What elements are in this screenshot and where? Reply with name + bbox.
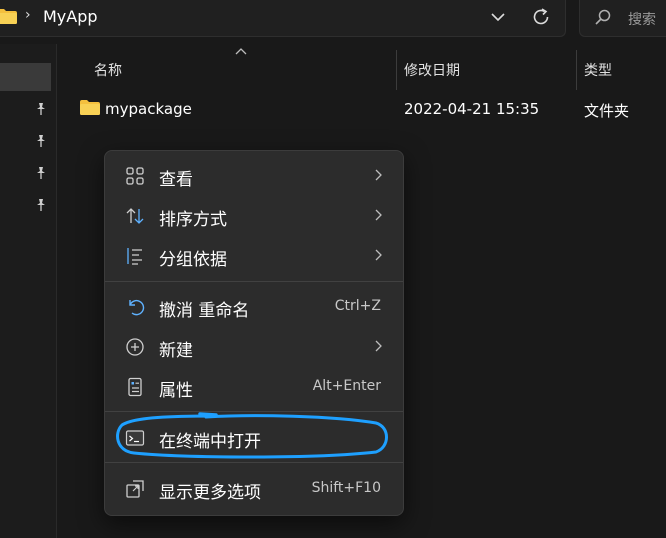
menu-item-label: 在终端中打开 <box>159 432 261 452</box>
file-row[interactable]: mypackage 2022-04-21 15:35 文件夹 <box>76 94 666 126</box>
grid-icon <box>126 167 144 185</box>
folder-icon <box>80 100 100 115</box>
pin-icon[interactable] <box>34 102 48 116</box>
menu-item-undo-rename[interactable]: 撤消 重命名 Ctrl+Z <box>111 289 397 325</box>
sort-icon <box>126 208 144 224</box>
menu-item-sort-by[interactable]: 排序方式 <box>111 198 397 234</box>
file-modified-date: 2022-04-21 15:35 <box>404 100 540 118</box>
folder-icon <box>0 9 17 24</box>
terminal-icon <box>125 430 145 446</box>
menu-item-label: 分组依据 <box>159 250 227 270</box>
column-header-name[interactable]: 名称 <box>94 60 122 80</box>
navigation-pane[interactable] <box>0 44 57 538</box>
chevron-right-icon <box>375 169 382 181</box>
undo-icon <box>129 299 145 316</box>
refresh-button[interactable] <box>529 5 553 29</box>
new-icon <box>126 338 144 356</box>
menu-item-properties[interactable]: 属性 Alt+Enter <box>111 369 397 405</box>
context-menu[interactable]: 查看 排序方式 分组依据 撤消 重命名 Ctrl+Z 新建 属性 Alt+Ent… <box>104 150 404 516</box>
menu-item-label: 查看 <box>159 170 193 190</box>
address-bar[interactable]: › MyApp <box>0 0 566 37</box>
pin-icon[interactable] <box>34 134 48 148</box>
menu-item-label: 新建 <box>159 341 193 361</box>
chevron-right-icon <box>375 249 382 261</box>
column-header-type[interactable]: 类型 <box>584 60 612 80</box>
search-placeholder: 搜索 <box>628 12 656 28</box>
column-header-modified[interactable]: 修改日期 <box>404 60 460 80</box>
pin-icon[interactable] <box>34 166 48 180</box>
pin-icon[interactable] <box>34 198 48 212</box>
sort-ascending-icon <box>235 48 247 55</box>
menu-item-view[interactable]: 查看 <box>111 158 397 194</box>
file-name[interactable]: mypackage <box>105 100 192 118</box>
menu-item-shortcut: Shift+F10 <box>311 480 381 496</box>
menu-item-show-more-options[interactable]: 显示更多选项 Shift+F10 <box>111 471 397 507</box>
breadcrumb-chevron-icon: › <box>25 7 31 23</box>
nav-selected-item[interactable] <box>0 63 51 91</box>
address-history-dropdown-button[interactable] <box>487 6 509 28</box>
search-box[interactable]: 搜索 <box>579 0 666 37</box>
column-divider[interactable] <box>396 50 397 90</box>
breadcrumb-myapp[interactable]: MyApp <box>43 7 98 26</box>
menu-separator <box>105 462 403 463</box>
column-divider[interactable] <box>576 50 577 90</box>
menu-item-group-by[interactable]: 分组依据 <box>111 238 397 274</box>
chevron-right-icon <box>375 340 382 352</box>
properties-icon <box>128 377 142 397</box>
menu-item-new[interactable]: 新建 <box>111 329 397 365</box>
more-options-icon <box>126 480 144 498</box>
chevron-right-icon <box>375 209 382 221</box>
menu-item-label: 排序方式 <box>159 210 227 230</box>
menu-item-shortcut: Ctrl+Z <box>334 298 381 314</box>
menu-item-label: 显示更多选项 <box>159 483 261 503</box>
menu-separator <box>105 411 403 412</box>
group-icon <box>127 248 142 265</box>
menu-item-open-in-terminal[interactable]: 在终端中打开 <box>111 420 397 456</box>
menu-item-shortcut: Alt+Enter <box>312 378 381 394</box>
menu-item-label: 属性 <box>159 381 193 401</box>
search-icon <box>595 9 611 25</box>
menu-item-label: 撤消 重命名 <box>159 301 250 321</box>
file-type: 文件夹 <box>584 102 630 120</box>
menu-separator <box>105 281 403 282</box>
